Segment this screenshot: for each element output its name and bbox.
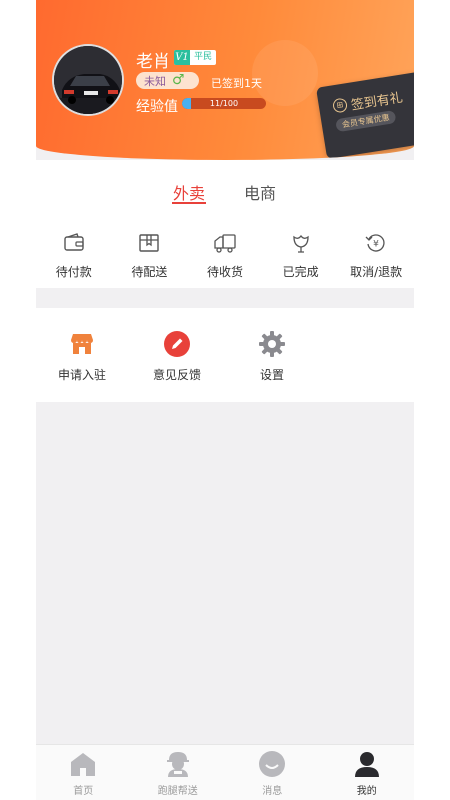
- active-tab-indicator: [172, 202, 206, 204]
- user-icon: [354, 752, 379, 777]
- order-label: 待收货: [206, 265, 243, 279]
- order-pending-receipt[interactable]: 待收货: [187, 220, 263, 288]
- svg-text:¥: ¥: [373, 240, 379, 250]
- tool-label: 设置: [259, 368, 284, 382]
- gender-text: 未知: [144, 74, 166, 88]
- tool-label: 申请入驻: [57, 368, 106, 382]
- order-label: 取消/退款: [350, 265, 403, 279]
- signin-title: 签到有礼: [350, 90, 404, 114]
- shop-icon: [71, 334, 93, 354]
- order-status-bar: 待付款 待配送 待收货 已完成 ¥ 取消/退款: [36, 220, 414, 288]
- tab-takeout[interactable]: 外卖: [173, 180, 205, 204]
- tabbar-home[interactable]: 首页: [36, 745, 131, 800]
- signin-reward-card[interactable]: ⊞ 签到有礼 会员专属优惠: [316, 70, 414, 160]
- tab-ecommerce[interactable]: 电商: [244, 180, 276, 204]
- order-pending-delivery[interactable]: 待配送: [112, 220, 188, 288]
- gender-pill: 未知 ♂: [136, 72, 199, 89]
- profile-header: 老肖 V1 平民 未知 ♂ 已签到1天 经验值 11/100 ⊞ 签到有礼 会员…: [36, 0, 414, 160]
- vip-label: 平民: [194, 52, 213, 62]
- vip-level: V1: [174, 50, 190, 65]
- username: 老肖: [136, 52, 170, 72]
- bottom-tab-bar: 首页 跑腿帮送 消息 我的: [36, 744, 414, 800]
- male-icon: ♂: [172, 72, 185, 88]
- signin-subtitle: 会员专属优惠: [335, 110, 397, 133]
- decorative-circle: [252, 40, 318, 106]
- tabbar-mine[interactable]: 我的: [320, 745, 415, 800]
- package-icon: [139, 234, 160, 252]
- order-label: 待配送: [131, 265, 168, 279]
- order-label: 待付款: [55, 265, 92, 279]
- message-icon: [259, 751, 286, 777]
- home-icon: [71, 753, 96, 776]
- exp-label: 经验值: [136, 99, 178, 115]
- apply-join-button[interactable]: 申请入驻: [42, 308, 122, 402]
- tabbar-label: 跑腿帮送: [157, 786, 198, 797]
- delivery-truck-icon: [214, 234, 236, 253]
- gear-icon: [259, 331, 285, 357]
- gift-icon: ⊞: [332, 97, 349, 114]
- courier-icon: [166, 752, 189, 777]
- tabbar-label: 我的: [356, 786, 377, 797]
- order-type-tabs: 外卖 电商: [36, 160, 414, 220]
- vip-badge: V1 平民: [174, 50, 217, 65]
- tabbar-label: 消息: [262, 786, 283, 797]
- tabbar-messages[interactable]: 消息: [225, 745, 320, 800]
- order-completed[interactable]: 已完成: [263, 220, 339, 288]
- tools-section: 申请入驻 意见反馈 设置: [36, 308, 414, 402]
- order-pending-payment[interactable]: 待付款: [36, 220, 112, 288]
- settings-button[interactable]: 设置: [232, 308, 312, 402]
- order-refund[interactable]: ¥ 取消/退款: [338, 220, 414, 288]
- signed-days: 已签到1天: [211, 77, 262, 90]
- tabbar-label: 首页: [73, 786, 94, 797]
- exp-progress-bar: 11/100: [182, 98, 266, 109]
- flower-icon: [292, 234, 309, 253]
- pencil-icon: [164, 331, 190, 357]
- profile-screen: 老肖 V1 平民 未知 ♂ 已签到1天 经验值 11/100 ⊞ 签到有礼 会员…: [36, 0, 414, 800]
- feedback-button[interactable]: 意见反馈: [137, 308, 217, 402]
- wallet-icon: [64, 233, 84, 251]
- order-label: 已完成: [282, 265, 319, 279]
- refund-icon: ¥: [365, 234, 385, 252]
- tabbar-errand[interactable]: 跑腿帮送: [131, 745, 226, 800]
- tool-label: 意见反馈: [152, 368, 201, 382]
- exp-text: 11/100: [209, 99, 239, 108]
- car-photo: [54, 46, 122, 114]
- avatar[interactable]: [52, 44, 124, 116]
